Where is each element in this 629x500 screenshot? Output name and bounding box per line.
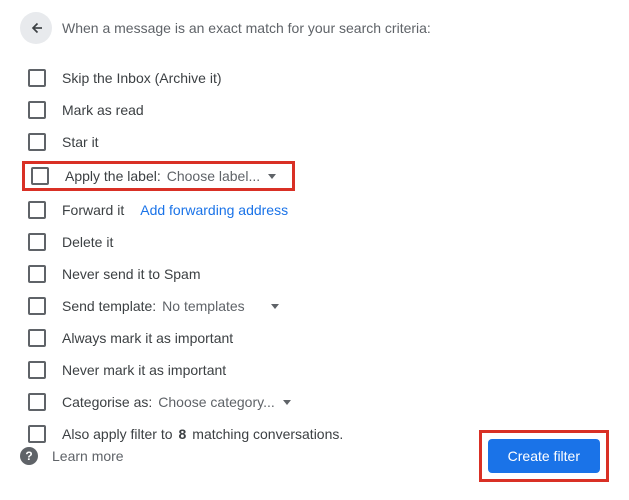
arrow-left-icon — [27, 19, 45, 37]
header: When a message is an exact match for you… — [20, 12, 609, 44]
option-always-important: Always mark it as important — [28, 322, 609, 354]
label-delete-it: Delete it — [62, 234, 113, 250]
label-mark-read: Mark as read — [62, 102, 144, 118]
checkbox-forward-it[interactable] — [28, 201, 46, 219]
label-apply-label: Apply the label: Choose label... — [65, 168, 286, 184]
forward-it-text: Forward it — [62, 202, 124, 218]
create-filter-highlight: Create filter — [479, 430, 609, 482]
chevron-down-icon — [268, 174, 276, 179]
checkbox-always-important[interactable] — [28, 329, 46, 347]
send-template-text: Send template: — [62, 298, 156, 314]
label-star-it: Star it — [62, 134, 99, 150]
label-never-important: Never mark it as important — [62, 362, 226, 378]
categorise-dropdown-text: Choose category... — [158, 394, 274, 410]
option-skip-inbox: Skip the Inbox (Archive it) — [28, 62, 609, 94]
label-categorise: Categorise as: Choose category... — [62, 394, 291, 410]
option-mark-read: Mark as read — [28, 94, 609, 126]
apply-label-dropdown[interactable]: Choose label... — [167, 168, 276, 184]
checkbox-send-template[interactable] — [28, 297, 46, 315]
learn-more-text: Learn more — [52, 448, 124, 464]
label-forward-it: Forward it Add forwarding address — [62, 202, 288, 218]
create-filter-button[interactable]: Create filter — [488, 439, 600, 473]
option-apply-label: Apply the label: Choose label... — [28, 158, 609, 194]
apply-label-highlight: Apply the label: Choose label... — [22, 161, 295, 191]
checkbox-delete-it[interactable] — [28, 233, 46, 251]
send-template-dropdown-text: No templates — [162, 298, 244, 314]
chevron-down-icon — [283, 400, 291, 405]
categorise-dropdown[interactable]: Choose category... — [158, 394, 290, 410]
option-star-it: Star it — [28, 126, 609, 158]
checkbox-never-spam[interactable] — [28, 265, 46, 283]
label-never-spam: Never send it to Spam — [62, 266, 201, 282]
chevron-down-icon — [271, 304, 279, 309]
checkbox-star-it[interactable] — [28, 133, 46, 151]
checkbox-skip-inbox[interactable] — [28, 69, 46, 87]
apply-label-dropdown-text: Choose label... — [167, 168, 260, 184]
apply-label-text: Apply the label: — [65, 168, 161, 184]
checkbox-never-important[interactable] — [28, 361, 46, 379]
categorise-text: Categorise as: — [62, 394, 152, 410]
forward-link[interactable]: Add forwarding address — [140, 202, 288, 218]
checkbox-apply-label[interactable] — [31, 167, 49, 185]
option-never-spam: Never send it to Spam — [28, 258, 609, 290]
label-send-template: Send template: No templates — [62, 298, 279, 314]
learn-more-link[interactable]: ? Learn more — [20, 447, 124, 465]
back-button[interactable] — [20, 12, 52, 44]
option-delete-it: Delete it — [28, 226, 609, 258]
options-list: Skip the Inbox (Archive it) Mark as read… — [28, 62, 609, 450]
option-never-important: Never mark it as important — [28, 354, 609, 386]
header-text: When a message is an exact match for you… — [62, 20, 431, 36]
option-send-template: Send template: No templates — [28, 290, 609, 322]
checkbox-categorise[interactable] — [28, 393, 46, 411]
checkbox-mark-read[interactable] — [28, 101, 46, 119]
help-icon: ? — [20, 447, 38, 465]
label-skip-inbox: Skip the Inbox (Archive it) — [62, 70, 222, 86]
label-always-important: Always mark it as important — [62, 330, 233, 346]
option-categorise: Categorise as: Choose category... — [28, 386, 609, 418]
send-template-dropdown[interactable]: No templates — [162, 298, 278, 314]
footer: ? Learn more Create filter — [20, 430, 609, 482]
option-forward-it: Forward it Add forwarding address — [28, 194, 609, 226]
